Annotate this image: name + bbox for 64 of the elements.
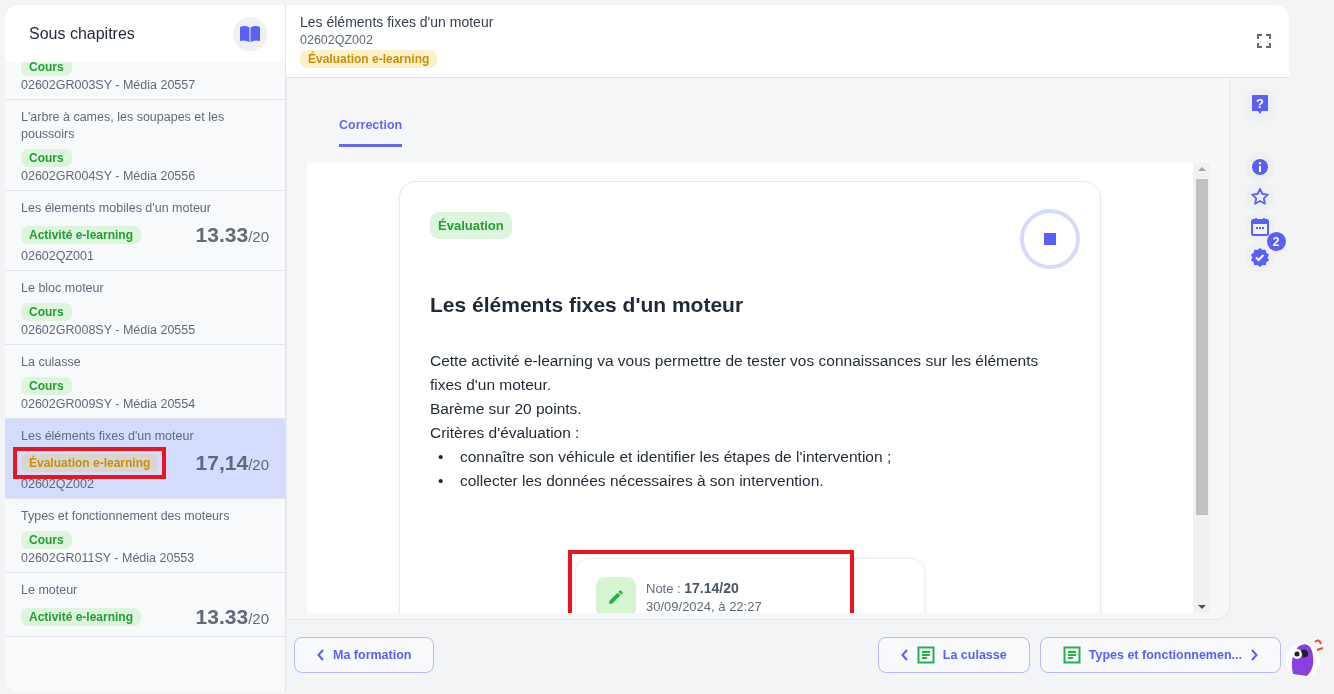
chevron-left-icon (317, 649, 325, 662)
bullet-mark: • (438, 447, 445, 467)
bullet-mark: • (438, 471, 445, 491)
chapter-item[interactable]: L'arbre à cames, les soupapes et les poussoirs Cours 02602GR004SY - Média 20556 (5, 100, 285, 191)
type-tag: Évaluation e-learning (300, 50, 438, 68)
type-tag: Cours (21, 531, 72, 549)
chapter-title: Types et fonctionnement des moteurs (21, 508, 231, 525)
verified-badge-icon[interactable] (1244, 242, 1275, 272)
chapter-item[interactable]: Les éléments fixes d'un moteur Évaluation e-learning 17,14/20 02602QZ002 (5, 419, 285, 499)
type-tag: Activité e-learning (21, 608, 142, 626)
type-tag: Cours (21, 149, 72, 167)
book-icon[interactable] (233, 16, 267, 51)
chapter-item[interactable]: Le moteur Activité e-learning 13.33/20 (5, 573, 285, 637)
type-tag: Évaluation (430, 212, 512, 239)
chapter-title: Les éléments fixes d'un moteur (21, 428, 195, 445)
chapter-code: 02602GR009SY - Média 20554 (21, 397, 197, 411)
back-button[interactable]: Ma formation (294, 637, 435, 674)
chapter-item[interactable]: Les élements mobiles d'un moteur Activité e-learning 13.33/20 02602QZ001 (5, 191, 285, 271)
document-icon (916, 646, 935, 665)
grade-date: 30/09/2024, à 22:27 (646, 599, 762, 613)
score-text: 17,14/20 (195, 451, 269, 475)
score-text: 13.33/20 (195, 223, 269, 247)
stop-button[interactable] (1020, 209, 1080, 269)
description-text: Cette activité e-learning va vous permettre de tester vos connaissances sur les éléments fixes d'un moteur. (430, 351, 1040, 395)
chapter-code: 02602QZ002 (21, 477, 95, 491)
description-text: Critères d'évaluation : (430, 423, 581, 443)
pencil-icon (596, 577, 636, 613)
type-tag: Cours (21, 303, 72, 321)
type-tag: Activité e-learning (21, 226, 142, 244)
next-button[interactable]: Types et fonctionnemen... (1039, 637, 1281, 674)
chevron-left-icon (900, 649, 909, 662)
score-text: 13.33/20 (195, 605, 269, 629)
chapter-item[interactable]: Le bloc moteur Cours 02602GR008SY - Média 20555 (5, 271, 285, 345)
lesson-code: 02602QZ002 (300, 33, 374, 47)
help-icon[interactable]: ? (1242, 88, 1277, 122)
scrollbar[interactable] (1193, 163, 1210, 613)
chapter-code: 02602QZ001 (21, 249, 95, 263)
type-tag: Cours (21, 377, 72, 395)
chapter-title: Les élements mobiles d'un moteur (21, 200, 212, 217)
type-tag: Cours (21, 62, 72, 76)
chapter-title: La culasse (21, 354, 82, 371)
criteria-item: collecter les données nécessaires à son intervention. (460, 471, 824, 491)
chapter-title: Le moteur (21, 582, 79, 599)
description-text: Barème sur 20 points. (430, 399, 583, 419)
type-tag: Évaluation e-learning (21, 454, 159, 472)
previous-button[interactable]: La culasse (877, 637, 1030, 674)
fullscreen-icon[interactable] (1257, 34, 1271, 48)
chapter-code: 02602GR004SY - Média 20556 (21, 169, 197, 183)
chapter-title: L'arbre à cames, les soupapes et les poussoirs (21, 109, 226, 143)
chapter-title: Le bloc moteur (21, 280, 105, 297)
info-icon[interactable] (1244, 152, 1275, 182)
sidebar-title: Sous chapitres (29, 24, 135, 43)
grade-text: Note : 17.14/20 (646, 580, 740, 596)
criteria-item: connaître son véhicule et identifier les étapes de l'intervention ; (460, 447, 892, 467)
chapter-code: 02602GR003SY - Média 20557 (21, 78, 197, 92)
activity-title: Les éléments fixes d'un moteur (430, 293, 745, 317)
chapter-code: 02602GR008SY - Média 20555 (21, 323, 197, 337)
chapter-item[interactable]: Cours 02602GR003SY - Média 20557 (5, 62, 285, 100)
lesson-title: Les éléments fixes d'un moteur (300, 14, 494, 30)
chapter-item[interactable]: Types et fonctionnement des moteurs Cours 02602GR011SY - Média 20553 (5, 499, 285, 573)
chapter-code: 02602GR011SY - Média 20553 (21, 551, 196, 565)
chevron-right-icon (1250, 649, 1258, 662)
document-icon (1062, 646, 1081, 665)
correction-tab[interactable]: Correction (339, 118, 403, 147)
